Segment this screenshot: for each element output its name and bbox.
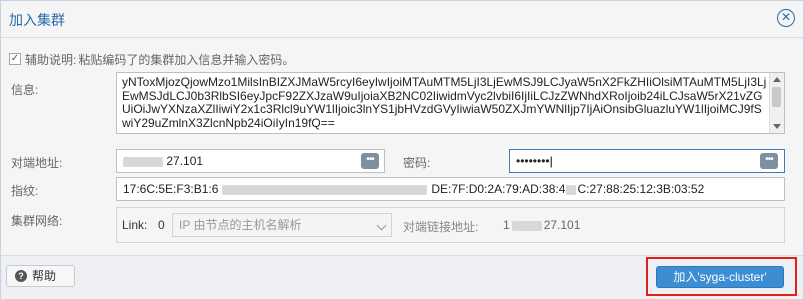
peer-link-label: 对端链接地址: <box>403 220 479 234</box>
cluster-network-label: 集群网络: <box>11 214 63 228</box>
scroll-thumb[interactable] <box>772 87 781 107</box>
scroll-down-icon[interactable] <box>773 124 781 129</box>
assist-text: 粘贴编码了的集群加入信息并输入密码。 <box>78 52 295 67</box>
redacted-block <box>511 220 542 231</box>
link-address-placeholder: IP 由节点的主机名解析 <box>179 218 302 232</box>
close-icon[interactable]: ✕ <box>777 9 795 27</box>
link-number: 0 <box>158 218 165 232</box>
chevron-down-icon[interactable] <box>376 220 387 231</box>
fingerprint-end: C:27:88:25:12:3B:03:52 <box>577 182 705 196</box>
redacted-block <box>222 184 428 195</box>
fingerprint-label: 指纹: <box>11 184 39 198</box>
info-scrollbar[interactable] <box>769 73 784 133</box>
password-input[interactable]: ••••••••| ••• <box>509 149 785 173</box>
link-label: Link: <box>122 218 148 232</box>
assist-label: 辅助说明: <box>25 52 77 67</box>
peer-address-value: 27.101 <box>166 154 204 168</box>
peer-link-prefix: 1 <box>503 218 510 232</box>
dialog-title: 加入集群 <box>9 12 65 28</box>
peer-address-input[interactable]: 27.101 ••• <box>116 149 385 173</box>
info-label: 信息: <box>11 83 39 97</box>
join-cluster-button[interactable]: 加入'syga-cluster' <box>656 266 784 288</box>
link-address-select[interactable]: IP 由节点的主机名解析 <box>172 213 392 237</box>
join-cluster-dialog: 加入集群 ✕ ✓ 辅助说明: 粘贴编码了的集群加入信息并输入密码。 信息: yN… <box>0 0 804 299</box>
dialog-footer: ? 帮助 加入'syga-cluster' <box>1 255 803 299</box>
fingerprint-input[interactable]: 17:6C:5E:F3:B1:6 DE:7F:D0:2A:79:AD:38:4 C:… <box>116 177 785 201</box>
more-icon[interactable]: ••• <box>361 153 379 169</box>
help-label: 帮助 <box>32 269 57 283</box>
peer-link-suffix: 27.101 <box>543 218 581 232</box>
dialog-titlebar: 加入集群 ✕ <box>1 1 803 38</box>
redacted-block <box>566 184 577 195</box>
cluster-network-group: Link: 0 IP 由节点的主机名解析 对端链接地址: 1 27.101 <box>116 207 785 243</box>
fingerprint-start: 17:6C:5E:F3:B1:6 <box>123 182 219 196</box>
fingerprint-mid: DE:7F:D0:2A:79:AD:38:4 <box>431 182 566 196</box>
info-text: yNToxMjozQjowMzo1MilsInBIZXJMaW5rcyI6eyI… <box>122 75 767 130</box>
help-button[interactable]: ? 帮助 <box>6 265 75 287</box>
join-button-highlight: 加入'syga-cluster' <box>646 257 797 296</box>
password-value: •••••••• <box>516 154 550 168</box>
more-icon[interactable]: ••• <box>760 153 778 169</box>
peer-link-value: 1 27.101 <box>503 218 580 232</box>
scroll-up-icon[interactable] <box>773 77 781 82</box>
password-label: 密码: <box>403 156 431 170</box>
redacted-block <box>123 156 163 167</box>
assist-hint: ✓ 辅助说明: 粘贴编码了的集群加入信息并输入密码。 <box>9 50 294 68</box>
assist-checkbox-icon[interactable]: ✓ <box>9 53 21 65</box>
peer-address-label: 对端地址: <box>11 156 63 170</box>
info-textarea[interactable]: yNToxMjozQjowMzo1MilsInBIZXJMaW5rcyI6eyI… <box>116 72 785 134</box>
help-icon: ? <box>15 270 27 282</box>
